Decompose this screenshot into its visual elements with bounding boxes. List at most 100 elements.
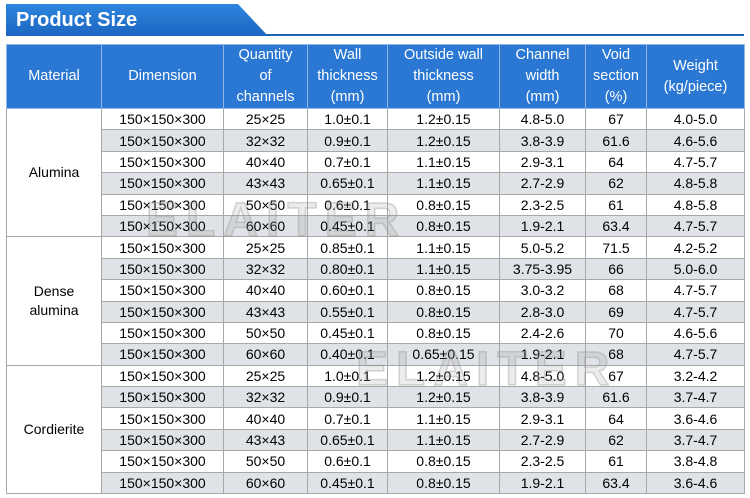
table-cell: 2.3-2.5 xyxy=(499,450,586,473)
product-size-table: Material Dimension Quantity of channels Wall t… xyxy=(6,44,745,495)
table-cell: 4.8-5.0 xyxy=(499,107,586,131)
table-cell: 1.1±0.15 xyxy=(387,150,500,174)
table-row: 150×150×300 32×32 0.9±0.1 1.2±0.15 3.8-3.9 61… xyxy=(7,386,745,409)
table-cell: 68 xyxy=(585,343,647,366)
table-cell: 4.7-5.7 xyxy=(646,279,745,302)
column-header-line: Weight xyxy=(673,57,718,74)
table-cell: 66 xyxy=(585,257,647,281)
table-cell: 150×150×300 xyxy=(101,214,224,238)
column-header-line: Void xyxy=(601,47,631,63)
section-banner: Product Size xyxy=(6,4,744,36)
table-cell: 50×50 xyxy=(223,450,308,473)
table-cell: 0.45±0.1 xyxy=(307,214,388,238)
column-header-line: Wall xyxy=(333,47,362,63)
column-header-line: Quantity xyxy=(238,47,293,63)
table-cell: 150×150×300 xyxy=(101,471,224,495)
table-cell: 5.0-5.2 xyxy=(499,236,586,259)
table-cell: 0.65±0.15 xyxy=(387,343,500,366)
column-header: Wall thickness (mm) xyxy=(307,44,388,109)
table-cell: 62 xyxy=(585,428,647,452)
table-row: Cordierite 150×150×300 25×25 1.0±0.1 1.2±0.1… xyxy=(6,364,745,495)
column-header: Dimension xyxy=(101,44,224,109)
table-row: 150×150×300 50×50 0.6±0.1 0.8±0.15 2.3-2.5 61… xyxy=(7,450,745,473)
table-cell: 0.85±0.1 xyxy=(307,236,388,259)
column-header: Channel width (mm) xyxy=(499,44,586,109)
table-cell: 63.4 xyxy=(585,214,647,238)
table-cell: 3.7-4.7 xyxy=(646,428,745,452)
table-row: 150×150×300 60×60 0.40±0.1 0.65±0.15 1.9-2.1… xyxy=(7,343,745,366)
table-cell: 4.8-5.8 xyxy=(646,193,745,216)
table-cell: 3.2-4.2 xyxy=(646,364,745,388)
table-row: 150×150×300 50×50 0.45±0.1 0.8±0.15 2.4-2.6 7… xyxy=(7,321,745,345)
header-row: Material Dimension Quantity of channels Wall t… xyxy=(6,44,745,109)
table-cell: 0.6±0.1 xyxy=(307,450,388,473)
table-cell: 0.8±0.15 xyxy=(387,279,500,302)
table-header: Material Dimension Quantity of channels Wall t… xyxy=(6,44,745,109)
column-header-line: (kg/piece) xyxy=(663,78,728,95)
column-header: Material xyxy=(6,44,102,109)
table-cell: 1.9-2.1 xyxy=(499,343,586,366)
table-cell: 4.7-5.7 xyxy=(646,343,745,366)
table-cell: 0.9±0.1 xyxy=(307,386,388,409)
table-cell: 150×150×300 xyxy=(101,407,224,430)
table-cell: 0.9±0.1 xyxy=(307,129,388,152)
table-cell: 25×25 xyxy=(223,364,308,388)
table-cell: 32×32 xyxy=(223,257,308,281)
table-cell: 1.1±0.15 xyxy=(387,428,500,452)
table-cell: 150×150×300 xyxy=(101,150,224,174)
table-cell: 1.2±0.15 xyxy=(387,107,500,131)
table-cell: 32×32 xyxy=(223,386,308,409)
table-cell: 1.1±0.15 xyxy=(387,257,500,281)
table-cell: 0.7±0.1 xyxy=(307,150,388,174)
column-header-line: (%) xyxy=(604,89,628,105)
table-cell: 0.8±0.15 xyxy=(387,193,500,216)
table-cell: 25×25 xyxy=(223,236,308,259)
table-cell: 67 xyxy=(585,364,647,388)
table-cell: 4.7-5.7 xyxy=(646,150,745,174)
table-cell: 5.0-6.0 xyxy=(646,257,745,281)
material-cell: Alumina xyxy=(6,107,102,238)
table-cell: 0.6±0.1 xyxy=(307,193,388,216)
table-cell: 4.7-5.7 xyxy=(646,214,745,238)
table-cell: 3.8-4.8 xyxy=(646,450,745,473)
table-cell: 0.7±0.1 xyxy=(307,407,388,430)
table-cell: 0.65±0.1 xyxy=(307,428,388,452)
table-cell: 1.1±0.15 xyxy=(387,236,500,259)
table-cell: 3.8-3.9 xyxy=(499,386,586,409)
table-cell: 64 xyxy=(585,407,647,430)
table-cell: 2.9-3.1 xyxy=(499,150,586,174)
column-header: Quantity of channels xyxy=(223,44,308,109)
column-header: Outside wall thickness (mm) xyxy=(387,44,500,109)
table-cell: 4.8-5.0 xyxy=(499,364,586,388)
table-row: Dense alumina 150×150×300 25×25 0.85±0.1 1.1±… xyxy=(6,236,745,366)
column-header-line: channels xyxy=(236,89,295,105)
column-header-line: (mm) xyxy=(330,89,365,105)
table-cell: 71.5 xyxy=(585,236,647,259)
table-cell: 3.6-4.6 xyxy=(646,407,745,430)
table-cell: 3.0-3.2 xyxy=(499,279,586,302)
table-cell: 1.9-2.1 xyxy=(499,214,586,238)
table-cell: 0.60±0.1 xyxy=(307,279,388,302)
table-cell: 150×150×300 xyxy=(101,172,224,195)
table-cell: 1.2±0.15 xyxy=(387,364,500,388)
material-label: Alumina xyxy=(28,164,80,181)
column-header-line: of xyxy=(259,68,272,84)
table-cell: 0.8±0.15 xyxy=(387,214,500,238)
column-header-line: thickness xyxy=(317,68,378,84)
column-header-line: width xyxy=(525,68,560,84)
table-row: 150×150×300 32×32 0.80±0.1 1.1±0.15 3.75-3.9… xyxy=(7,257,745,281)
table-cell: 40×40 xyxy=(223,407,308,430)
table-cell: 61 xyxy=(585,450,647,473)
table-cell: 40×40 xyxy=(223,150,308,174)
column-header-line: section xyxy=(593,68,639,84)
table-cell: 40×40 xyxy=(223,279,308,302)
table-cell: 1.0±0.1 xyxy=(307,364,388,388)
table-cell: 1.1±0.15 xyxy=(387,407,500,430)
table-cell: 62 xyxy=(585,172,647,195)
column-header-line: (mm) xyxy=(426,89,461,105)
column-header-line: (mm) xyxy=(525,89,560,105)
table-cell: 2.7-2.9 xyxy=(499,172,586,195)
table-cell: 150×150×300 xyxy=(101,428,224,452)
table-cell: 2.9-3.1 xyxy=(499,407,586,430)
section-title: Product Size xyxy=(16,9,138,31)
